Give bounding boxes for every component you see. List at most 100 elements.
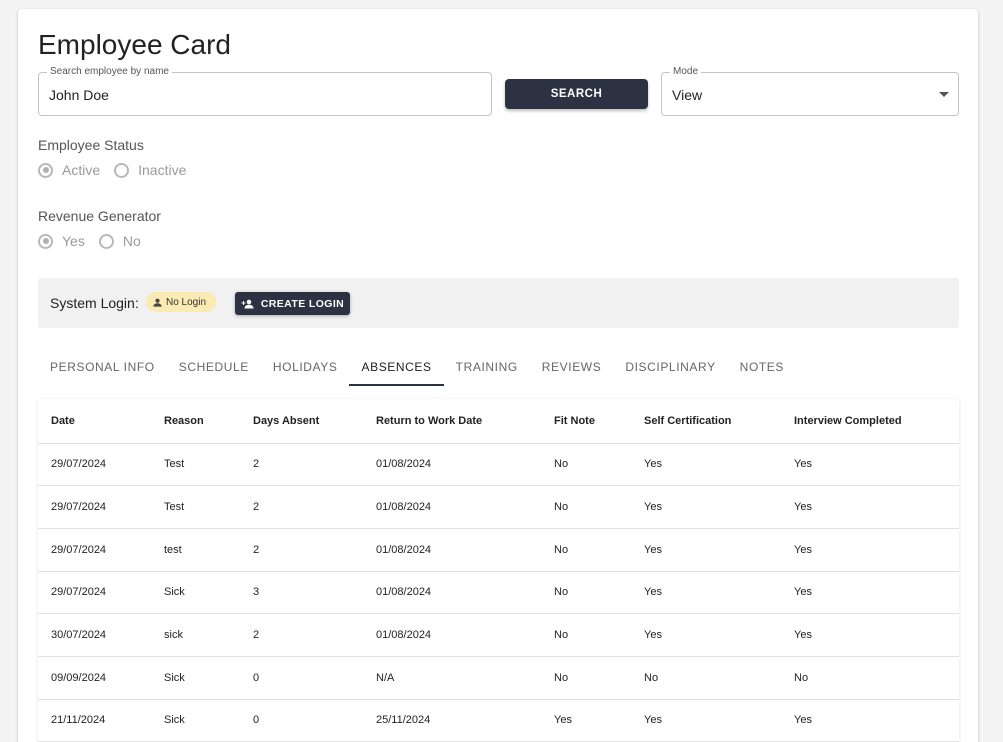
employee-card: Employee Card Search employee by name Jo… (18, 9, 978, 742)
table-cell: Yes (781, 485, 959, 529)
table-row[interactable]: 29/07/2024 Test 2 01/08/2024 No Yes Yes (38, 485, 959, 529)
table-cell: Yes (781, 571, 959, 615)
person-add-icon (241, 299, 254, 308)
search-button[interactable]: SEARCH (505, 79, 648, 109)
create-login-label: CREATE LOGIN (260, 297, 345, 310)
table-cell: 29/07/2024 (38, 443, 151, 487)
table-cell: test (151, 528, 240, 572)
table-cell: Yes (631, 443, 781, 487)
table-cell: No (631, 656, 781, 700)
table-cell: 2 (240, 528, 363, 572)
status-active-radio[interactable]: Active (38, 162, 100, 178)
table-header-row: Date Reason Days Absent Return to Work D… (38, 399, 959, 444)
status-active-label: Active (62, 162, 101, 178)
table-cell: 01/08/2024 (363, 613, 541, 657)
table-row[interactable]: 30/07/2024 sick 2 01/08/2024 No Yes Yes (38, 613, 959, 657)
table-row[interactable]: 29/07/2024 test 2 01/08/2024 No Yes Yes (38, 528, 959, 572)
login-status-badge: No Login (146, 292, 216, 312)
table-cell: 0 (240, 699, 363, 742)
table-cell: 3 (240, 571, 363, 615)
table-cell: No (781, 656, 959, 700)
table-row[interactable]: 09/09/2024 Sick 0 N/A No No No (38, 656, 959, 700)
table-cell: 2 (240, 443, 363, 487)
table-cell: Yes (631, 485, 781, 529)
table-cell: 29/07/2024 (38, 485, 151, 529)
tab-reviews[interactable]: REVIEWS (530, 352, 614, 386)
table-cell: 01/08/2024 (363, 571, 541, 615)
table-cell: 25/11/2024 (363, 699, 541, 742)
table-cell: 2 (240, 485, 363, 529)
column-header-reason[interactable]: Reason (151, 399, 240, 444)
table-cell: N/A (363, 656, 541, 700)
radio-checked-icon (38, 162, 53, 178)
table-cell: No (541, 528, 631, 572)
column-header-fit-note[interactable]: Fit Note (541, 399, 631, 444)
tab-holidays[interactable]: HOLIDAYS (261, 352, 350, 386)
table-row[interactable]: 21/11/2024 Sick 0 25/11/2024 Yes Yes Yes (38, 699, 959, 742)
revenue-yes-label: Yes (62, 233, 85, 249)
column-header-self-certification[interactable]: Self Certification (631, 399, 781, 444)
table-cell: 21/11/2024 (38, 699, 151, 742)
absences-table-container: Date Reason Days Absent Return to Work D… (38, 399, 959, 742)
table-cell: 0 (240, 656, 363, 700)
absences-table: Date Reason Days Absent Return to Work D… (38, 399, 959, 742)
table-cell: 01/08/2024 (363, 528, 541, 572)
revenue-yes-radio[interactable]: Yes (38, 233, 85, 249)
table-row[interactable]: 29/07/2024 Sick 3 01/08/2024 No Yes Yes (38, 571, 959, 615)
table-cell: 29/07/2024 (38, 571, 151, 615)
system-login-bar: System Login: No Login CREATE LOGIN (38, 278, 959, 328)
table-cell: Test (151, 443, 240, 487)
table-row[interactable]: 29/07/2024 Test 2 01/08/2024 No Yes Yes (38, 443, 959, 487)
column-header-date[interactable]: Date (38, 399, 151, 444)
table-cell: 29/07/2024 (38, 528, 151, 572)
table-cell: Yes (631, 528, 781, 572)
tab-personal-info[interactable]: PERSONAL INFO (38, 352, 167, 386)
mode-label: Mode (670, 66, 702, 78)
table-cell: Yes (631, 613, 781, 657)
table-cell: Sick (151, 699, 240, 742)
column-header-return-date[interactable]: Return to Work Date (363, 399, 541, 444)
table-cell: Sick (151, 571, 240, 615)
table-cell: Yes (781, 613, 959, 657)
status-inactive-radio[interactable]: Inactive (114, 162, 186, 178)
table-cell: No (541, 613, 631, 657)
tab-schedule[interactable]: SCHEDULE (167, 352, 261, 386)
employee-tabs: PERSONAL INFO SCHEDULE HOLIDAYS ABSENCES… (38, 352, 796, 386)
login-status-text: No Login (166, 296, 207, 308)
table-cell: 01/08/2024 (363, 443, 541, 487)
revenue-no-radio[interactable]: No (98, 233, 141, 249)
table-cell: 2 (240, 613, 363, 657)
table-cell: Test (151, 485, 240, 529)
tab-training[interactable]: TRAINING (444, 352, 530, 386)
system-login-label: System Login: (50, 295, 139, 311)
table-cell: Yes (631, 699, 781, 742)
search-employee-field[interactable]: Search employee by name John Doe (38, 66, 492, 116)
radio-unchecked-icon (114, 162, 130, 178)
table-cell: No (541, 571, 631, 615)
column-header-interview-completed[interactable]: Interview Completed (781, 399, 959, 444)
table-cell: Yes (781, 443, 959, 487)
revenue-generator-radio-group: Yes No (38, 233, 155, 249)
employee-status-label: Employee Status (38, 137, 144, 153)
tab-notes[interactable]: NOTES (728, 352, 796, 386)
mode-select[interactable]: Mode View (661, 66, 959, 116)
tab-absences[interactable]: ABSENCES (349, 352, 444, 386)
table-cell: Yes (631, 571, 781, 615)
table-cell: Yes (781, 699, 959, 742)
search-employee-input[interactable]: John Doe (49, 87, 109, 103)
column-header-days-absent[interactable]: Days Absent (240, 399, 363, 444)
radio-checked-icon (38, 233, 53, 249)
tab-disciplinary[interactable]: DISCIPLINARY (613, 352, 727, 386)
table-cell: 30/07/2024 (38, 613, 151, 657)
radio-unchecked-icon (98, 233, 114, 249)
table-cell: Yes (541, 699, 631, 742)
create-login-button[interactable]: CREATE LOGIN (235, 292, 350, 315)
page-title: Employee Card (38, 29, 231, 60)
table-cell: No (541, 485, 631, 529)
table-cell: Yes (781, 528, 959, 572)
search-employee-label: Search employee by name (47, 66, 172, 78)
mode-value: View (672, 87, 703, 103)
table-cell: Sick (151, 656, 240, 700)
person-icon (153, 298, 162, 307)
table-cell: No (541, 656, 631, 700)
